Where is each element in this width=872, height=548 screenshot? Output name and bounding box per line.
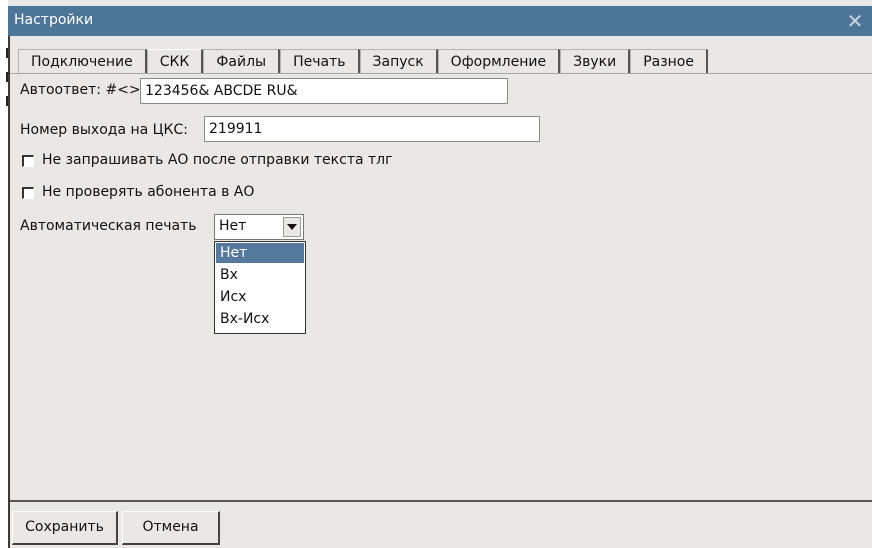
tab-print[interactable]: Печать: [280, 49, 360, 73]
autoprint-select[interactable]: Нет: [214, 214, 304, 240]
exit-number-label: Номер выхода на ЦКС:: [20, 122, 188, 138]
save-button[interactable]: Сохранить: [12, 511, 118, 545]
tab-startup[interactable]: Запуск: [359, 49, 438, 73]
bottom-divider: [10, 500, 872, 502]
no-check-label[interactable]: Не проверять абонента в АО: [42, 184, 254, 200]
tab-connection[interactable]: Подключение: [18, 49, 147, 73]
no-check-checkbox[interactable]: [22, 187, 34, 199]
left-edge: [0, 0, 8, 548]
tab-divider: [10, 73, 872, 74]
cancel-button[interactable]: Отмена: [122, 511, 220, 545]
autoreply-input[interactable]: [140, 78, 508, 104]
close-icon[interactable]: ✕: [844, 10, 866, 32]
autoreply-label: Автоответ: #<>: [20, 82, 141, 98]
option-in[interactable]: Вх: [216, 265, 304, 285]
option-net[interactable]: Нет: [216, 243, 304, 263]
autoprint-selected-value: Нет: [219, 218, 247, 234]
tab-ckk[interactable]: СКК: [146, 49, 204, 73]
title-bar[interactable]: Настройки ✕: [8, 6, 872, 36]
tab-sounds[interactable]: Звуки: [560, 49, 631, 73]
option-in-out[interactable]: Вх-Исх: [216, 309, 304, 329]
tab-misc[interactable]: Разное: [630, 49, 708, 73]
chevron-down-icon: [287, 224, 297, 230]
autoprint-label: Автоматическая печать: [20, 218, 197, 234]
option-out[interactable]: Исх: [216, 287, 304, 307]
tab-appearance[interactable]: Оформление: [437, 49, 561, 73]
autoprint-dropdown: Нет Вх Исх Вх-Исх: [214, 241, 306, 334]
no-ask-label[interactable]: Не запрашивать АО после отправки текста …: [42, 152, 392, 168]
no-ask-checkbox[interactable]: [22, 155, 34, 167]
window-title: Настройки: [14, 12, 94, 28]
settings-window: Настройки ✕ Подключение СКК Файлы Печать…: [0, 0, 872, 548]
dropdown-arrow[interactable]: [283, 217, 301, 237]
settings-panel: Подключение СКК Файлы Печать Запуск Офор…: [8, 36, 872, 548]
tab-bar: Подключение СКК Файлы Печать Запуск Офор…: [18, 47, 708, 73]
tab-files[interactable]: Файлы: [203, 49, 281, 73]
exit-number-input[interactable]: [204, 116, 540, 142]
